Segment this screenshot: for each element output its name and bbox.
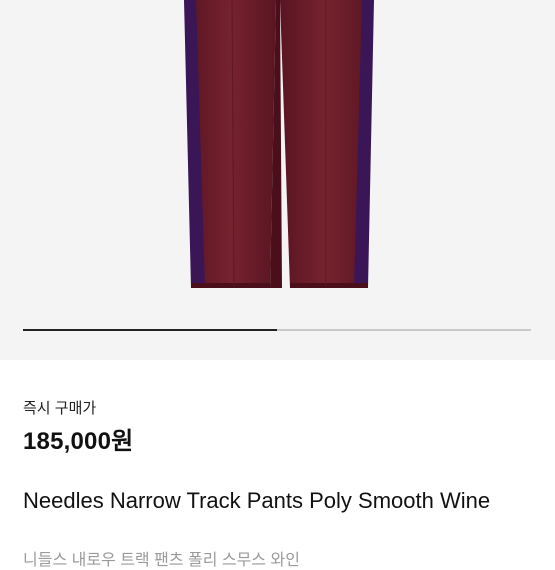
instant-buy-price-label: 즉시 구매가 [23, 400, 97, 417]
product-image[interactable] [0, 0, 555, 360]
product-image-area[interactable] [0, 0, 555, 360]
product-subtitle-ko: 니들스 내로우 트랙 팬츠 폴리 스무스 와인 [23, 552, 300, 569]
instant-buy-price: 185,000원 [23, 428, 134, 455]
image-carousel-indicator-active [23, 329, 277, 331]
product-title: Needles Narrow Track Pants Poly Smooth W… [23, 488, 491, 513]
image-carousel-indicator [23, 329, 531, 331]
